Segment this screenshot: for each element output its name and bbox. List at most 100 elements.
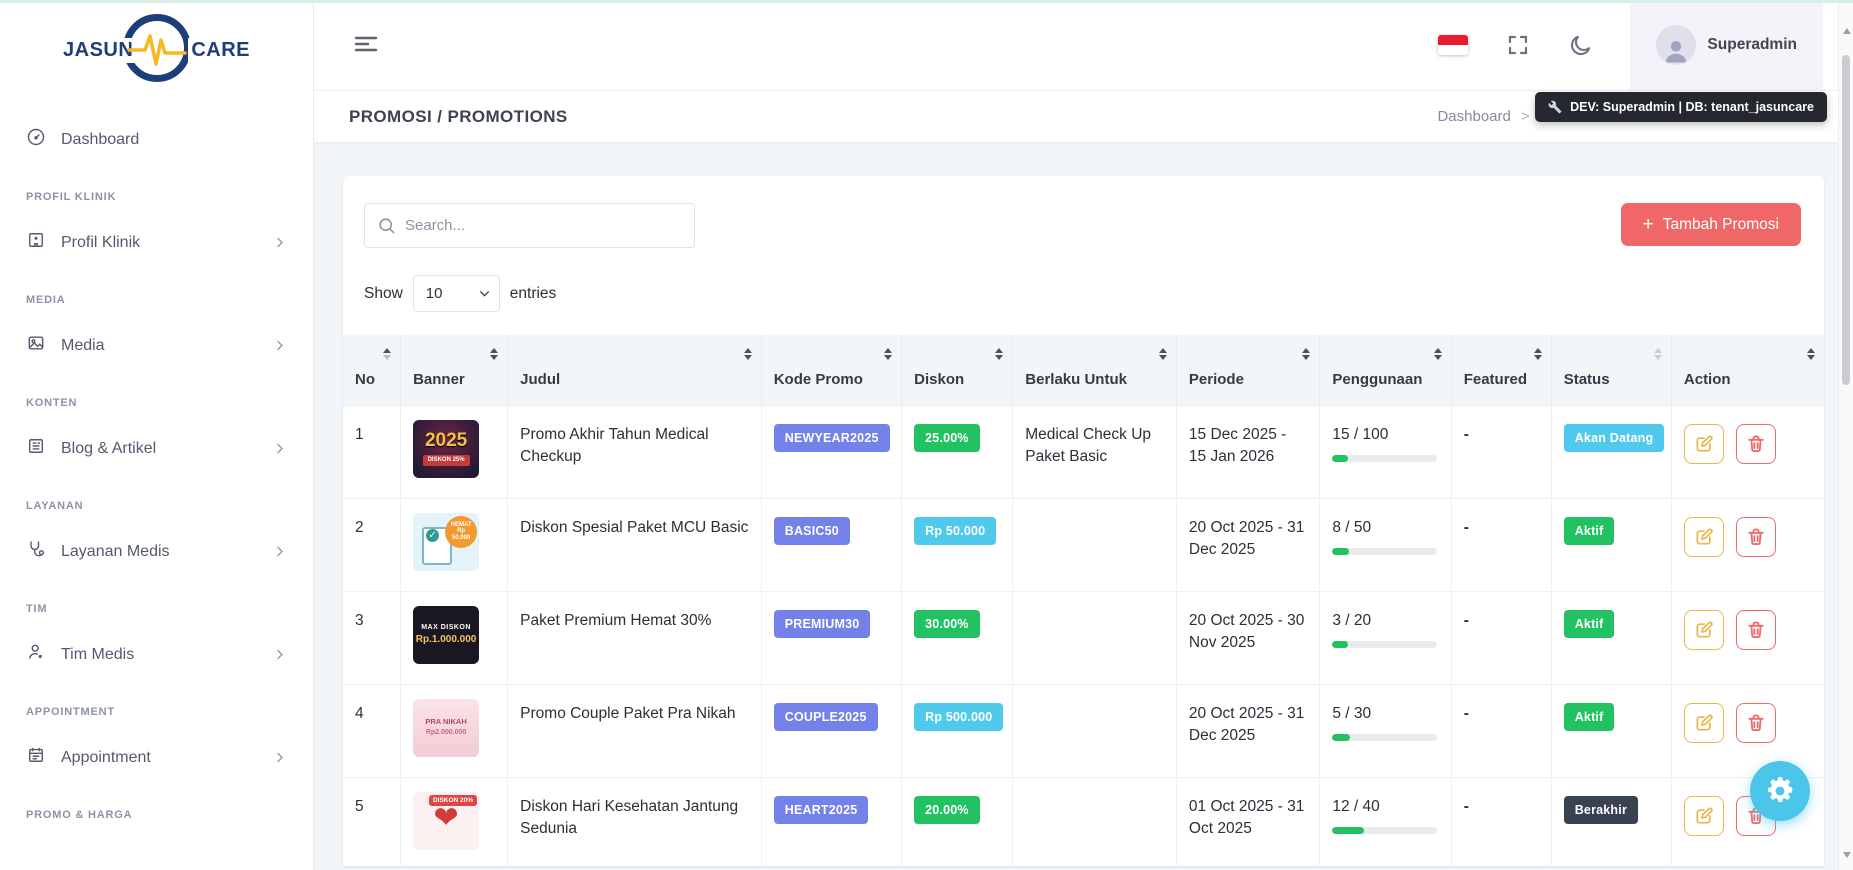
column-header-judul[interactable]: Judul (508, 335, 762, 405)
promo-banner-thumbnail[interactable]: DISKON 20% (413, 792, 479, 850)
promo-title: Promo Akhir Tahun Medical Checkup (508, 405, 762, 498)
column-header-berlaku-untuk[interactable]: Berlaku Untuk (1013, 335, 1177, 405)
add-promotion-button[interactable]: + Tambah Promosi (1621, 203, 1801, 246)
settings-fab[interactable] (1750, 761, 1810, 821)
trash-icon (1746, 527, 1766, 547)
column-header-featured[interactable]: Featured (1451, 335, 1551, 405)
delete-button[interactable] (1736, 424, 1776, 464)
delete-button[interactable] (1736, 517, 1776, 557)
search-input[interactable] (364, 203, 695, 248)
breadcrumb-dashboard[interactable]: Dashboard (1437, 108, 1510, 125)
edit-icon (1694, 806, 1714, 826)
dark-mode-toggle[interactable] (1568, 33, 1593, 58)
column-header-no[interactable]: No (343, 335, 401, 405)
edit-icon (1694, 713, 1714, 733)
sidebar-item-blog-artikel[interactable]: Blog & Artikel (0, 427, 313, 470)
promotions-table: No Banner Judul Kode Promo Diskon Berlak… (343, 335, 1824, 866)
edit-button[interactable] (1684, 517, 1724, 557)
edit-button[interactable] (1684, 424, 1724, 464)
applies-to (1013, 498, 1177, 591)
indonesia-flag-icon (1438, 35, 1468, 55)
delete-button[interactable] (1736, 610, 1776, 650)
sidebar-section-label: APPOINTMENT (0, 706, 313, 718)
status-badge: Akan Datang (1564, 424, 1665, 452)
sidebar-section-label: PROFIL KLINIK (0, 191, 313, 203)
promo-banner-thumbnail[interactable]: MAX DISKONRp.1.000.000 (413, 606, 479, 664)
topbar-actions: Superadmin (1419, 0, 1853, 90)
edit-icon (1694, 434, 1714, 454)
edit-button[interactable] (1684, 703, 1724, 743)
stethoscope-icon (26, 539, 46, 564)
sidebar-item-label: Tim Medis (61, 646, 257, 664)
dashboard-gauge-icon (26, 127, 46, 152)
featured-value: - (1451, 591, 1551, 684)
language-flag-button[interactable] (1438, 35, 1468, 55)
chevron-right-icon (272, 647, 287, 662)
table-header-row: No Banner Judul Kode Promo Diskon Berlak… (343, 335, 1824, 405)
user-menu[interactable]: Superadmin (1630, 0, 1823, 90)
sidebar-item-profil-klinik[interactable]: Profil Klinik (0, 221, 313, 264)
scroll-down-arrow[interactable] (1843, 852, 1851, 858)
sidebar-item-dashboard[interactable]: Dashboard (0, 118, 313, 161)
scroll-up-arrow[interactable] (1843, 28, 1851, 34)
column-header-kode-promo[interactable]: Kode Promo (761, 335, 901, 405)
brand-name-left: JASUN (60, 38, 136, 63)
row-number: 3 (343, 591, 401, 684)
sort-icons (383, 348, 391, 360)
sidebar-section-label: MEDIA (0, 294, 313, 306)
edit-button[interactable] (1684, 796, 1724, 836)
hamburger-menu-icon[interactable] (349, 29, 383, 62)
chevron-right-icon (272, 544, 287, 559)
sidebar-item-tim-medis[interactable]: Tim Medis (0, 633, 313, 676)
gear-icon (1766, 777, 1794, 805)
sidebar-item-label: Dashboard (61, 131, 287, 149)
delete-button[interactable] (1736, 703, 1776, 743)
dev-tooltip-text: DEV: Superadmin | DB: tenant_jasuncare (1570, 100, 1814, 114)
card-toolbar: + Tambah Promosi (343, 203, 1824, 248)
table-row: 2 HEMAT Rp 50.000 Diskon Spesial Paket M… (343, 498, 1824, 591)
sidebar-item-label: Layanan Medis (61, 543, 257, 561)
promo-banner-thumbnail[interactable]: PRA NIKAHRp2.000.000 (413, 699, 479, 757)
edit-button[interactable] (1684, 610, 1724, 650)
brand-logo[interactable]: JASUNCARE (0, 0, 313, 100)
fullscreen-icon (1506, 33, 1530, 57)
sidebar-item-appointment[interactable]: Appointment (0, 736, 313, 779)
banner-text: 2025 (425, 431, 467, 452)
column-header-banner[interactable]: Banner (401, 335, 508, 405)
promo-banner-thumbnail[interactable]: HEMAT Rp 50.000 (413, 513, 479, 571)
column-header-penggunaan[interactable]: Penggunaan (1320, 335, 1451, 405)
page-scrollbar[interactable] (1838, 0, 1853, 870)
sort-icons (1534, 348, 1542, 360)
applies-to (1013, 591, 1177, 684)
sidebar-item-layanan-medis[interactable]: Layanan Medis (0, 530, 313, 573)
fullscreen-button[interactable] (1506, 33, 1530, 57)
column-header-action[interactable]: Action (1671, 335, 1824, 405)
column-header-status[interactable]: Status (1551, 335, 1671, 405)
promo-title: Promo Couple Paket Pra Nikah (508, 684, 762, 777)
edit-icon (1694, 620, 1714, 640)
promo-title: Diskon Spesial Paket MCU Basic (508, 498, 762, 591)
row-number: 1 (343, 405, 401, 498)
heartbeat-icon (127, 26, 187, 70)
search-wrap (364, 203, 695, 248)
trash-icon (1746, 713, 1766, 733)
column-header-periode[interactable]: Periode (1176, 335, 1319, 405)
usage-text: 8 / 50 (1332, 519, 1371, 536)
wrench-icon (1548, 100, 1562, 114)
featured-value: - (1451, 684, 1551, 777)
promo-banner-thumbnail[interactable]: 2025DISKON 25% (413, 420, 479, 478)
discount-badge: Rp 50.000 (914, 517, 996, 545)
promo-title: Paket Premium Hemat 30% (508, 591, 762, 684)
breadcrumb-separator: > (1521, 108, 1530, 125)
status-badge: Aktif (1564, 517, 1615, 545)
scrollbar-thumb[interactable] (1842, 55, 1850, 385)
sidebar-item-media[interactable]: Media (0, 324, 313, 367)
page-size-select[interactable]: 10 (413, 275, 500, 312)
promo-code-badge: PREMIUM30 (774, 610, 871, 638)
discount-badge: 20.00% (914, 796, 980, 824)
column-header-diskon[interactable]: Diskon (902, 335, 1013, 405)
period: 15 Dec 2025 - 15 Jan 2026 (1176, 405, 1319, 498)
promo-code-badge: HEART2025 (774, 796, 869, 824)
content: + Tambah Promosi Show 10 entries (314, 142, 1853, 866)
promo-code-badge: COUPLE2025 (774, 703, 878, 731)
